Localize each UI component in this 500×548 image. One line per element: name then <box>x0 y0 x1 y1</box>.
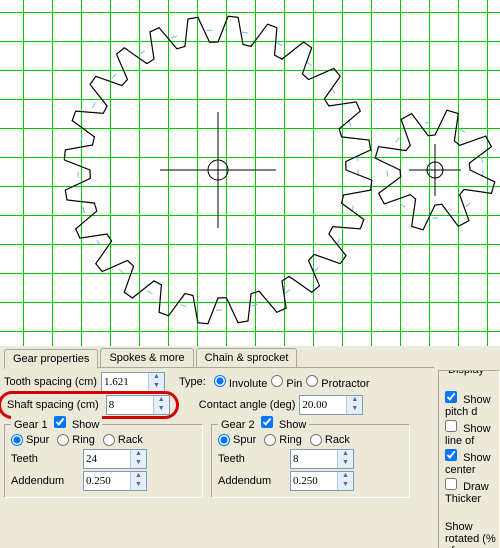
gear2-legend: Gear 2 <box>221 419 255 431</box>
shaft-spacing-label: Shaft spacing (cm) <box>7 399 99 411</box>
gear2-spur[interactable]: Spur <box>218 434 256 446</box>
teeth1-label: Teeth <box>11 453 79 465</box>
tab-bar: Gear properties Spokes & more Chain & sp… <box>4 348 434 368</box>
chevron-down-icon[interactable]: ▼ <box>347 405 362 414</box>
tooth-spacing-input[interactable]: ▲▼ <box>101 372 165 392</box>
contact-angle-input[interactable]: ▲▼ <box>299 395 363 415</box>
show-rotated-label: Show rotated (% of <box>445 521 499 548</box>
gear1-rack[interactable]: Rack <box>103 434 143 446</box>
gear-2-group: Gear 2 Show Spur Ring Rack Teeth ▲▼ Adde… <box>211 424 410 498</box>
show-line[interactable]: Show line of <box>445 420 499 447</box>
type-involute[interactable]: Involute <box>214 375 268 390</box>
teeth2-input[interactable]: ▲▼ <box>290 449 354 469</box>
gear-1-group: Gear 1 Show Spur Ring Rack Teeth ▲▼ Adde… <box>4 424 203 498</box>
draw-thicker[interactable]: Draw Thicker <box>445 478 499 505</box>
chevron-up-icon[interactable]: ▲ <box>347 396 362 405</box>
gear2-rack[interactable]: Rack <box>310 434 350 446</box>
addendum1-input[interactable]: ▲▼ <box>83 471 147 491</box>
teeth1-input[interactable]: ▲▼ <box>83 449 147 469</box>
tab-spokes[interactable]: Spokes & more <box>100 348 193 367</box>
gear1-spur[interactable]: Spur <box>11 434 49 446</box>
gear1-ring[interactable]: Ring <box>57 434 95 446</box>
tab-gear-properties[interactable]: Gear properties <box>4 349 98 369</box>
type-protractor[interactable]: Protractor <box>306 375 369 390</box>
display-legend: Display <box>445 370 487 376</box>
chevron-up-icon[interactable]: ▲ <box>149 373 164 382</box>
type-pin[interactable]: Pin <box>271 375 302 390</box>
chevron-down-icon[interactable]: ▼ <box>154 405 169 414</box>
gear1-show[interactable]: Show <box>54 419 100 431</box>
shaft-spacing-input[interactable]: ▲▼ <box>106 395 170 415</box>
show-pitch[interactable]: Show pitch d <box>445 391 499 418</box>
contact-angle-label: Contact angle (deg) <box>199 399 296 411</box>
gear2-show[interactable]: Show <box>261 419 307 431</box>
chevron-down-icon[interactable]: ▼ <box>149 382 164 391</box>
display-group: Display Show pitch d Show line of Show c… <box>438 370 500 548</box>
type-label: Type: <box>179 376 206 388</box>
gear-canvas[interactable] <box>0 0 500 346</box>
addendum1-label: Addendum <box>11 475 79 487</box>
gear-drawing <box>0 0 500 346</box>
gear1-legend: Gear 1 <box>14 419 48 431</box>
tooth-spacing-label: Tooth spacing (cm) <box>4 376 97 388</box>
shaft-spacing-highlight: Shaft spacing (cm) ▲▼ <box>0 391 179 419</box>
teeth2-label: Teeth <box>218 453 286 465</box>
gear2-ring[interactable]: Ring <box>264 434 302 446</box>
show-center[interactable]: Show center <box>445 449 499 476</box>
chevron-up-icon[interactable]: ▲ <box>154 396 169 405</box>
tab-chain[interactable]: Chain & sprocket <box>196 348 298 367</box>
addendum2-input[interactable]: ▲▼ <box>290 471 354 491</box>
addendum2-label: Addendum <box>218 475 286 487</box>
